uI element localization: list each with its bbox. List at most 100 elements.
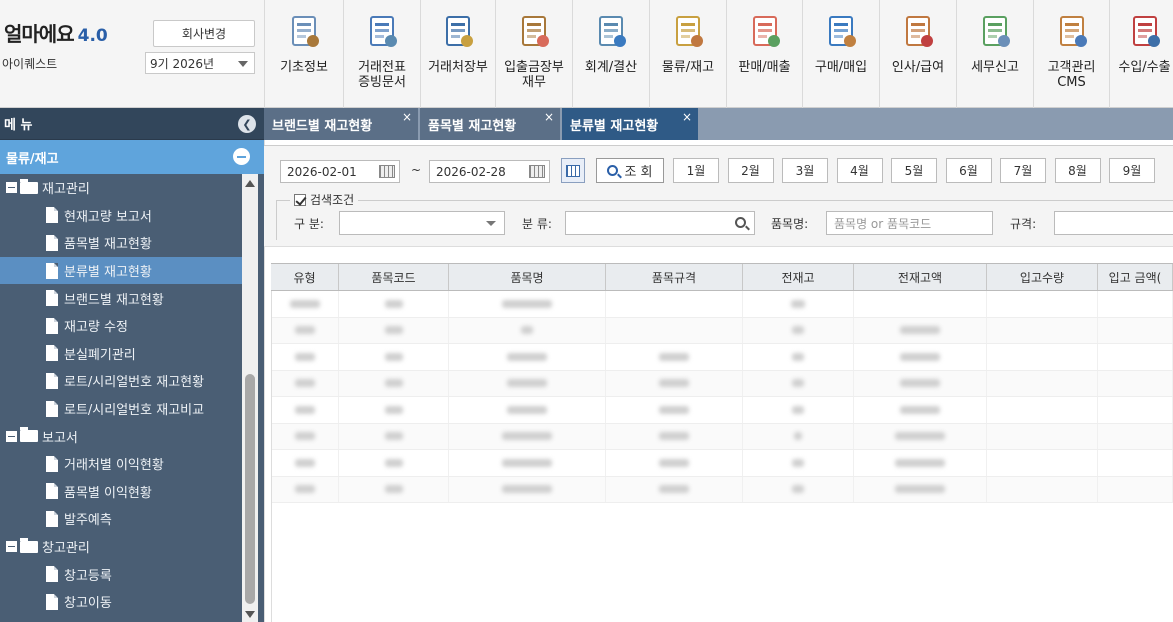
topnav-label: 거래전표 증빙문서 [358, 60, 406, 90]
voucher-icon [364, 14, 400, 50]
topnav-item[interactable]: 판매/매출 [726, 0, 802, 108]
menu-folder[interactable]: 보고서 [0, 422, 242, 450]
topnav-item[interactable]: 기초정보 [264, 0, 343, 108]
table-row[interactable] [271, 291, 1173, 318]
month-button[interactable]: 3월 [782, 158, 828, 183]
table-cell [606, 344, 743, 370]
table-row[interactable] [271, 370, 1173, 397]
menu-folder[interactable]: 창고관리 [0, 533, 242, 561]
column-header[interactable]: 전재고 [743, 264, 854, 290]
topnav-item[interactable]: 수입/수출 [1109, 0, 1173, 108]
collapse-icon[interactable] [6, 541, 17, 553]
table-cell [339, 317, 449, 343]
change-company-button[interactable]: 회사변경 [153, 20, 255, 47]
column-header[interactable]: 전재고액 [854, 264, 987, 290]
month-button[interactable]: 4월 [836, 158, 883, 183]
calendar-icon[interactable] [379, 165, 395, 178]
gyugyeok-input[interactable] [1054, 211, 1173, 235]
column-header[interactable]: 품목코드 [339, 264, 449, 290]
table-row[interactable] [271, 317, 1173, 344]
table-cell [606, 450, 743, 476]
calendar-icon[interactable] [529, 165, 545, 178]
month-button[interactable]: 5월 [891, 158, 937, 183]
menu-item[interactable]: 품목별 이익현황 [0, 478, 242, 506]
menu-item[interactable]: 품목별 재고현황 [0, 229, 242, 257]
month-button[interactable]: 2월 [727, 158, 774, 183]
menu-item[interactable]: 현재고량 보고서 [0, 202, 242, 230]
menu-category[interactable]: 물류/재고 [0, 140, 264, 174]
collapse-sidebar-icon[interactable]: ❮ [238, 115, 256, 133]
menu-item[interactable]: 브랜드별 재고현황 [0, 284, 242, 312]
table-row[interactable] [271, 397, 1173, 424]
close-icon[interactable]: × [544, 110, 554, 124]
menu-item[interactable]: 재고량 수정 [0, 312, 242, 340]
menu-item[interactable]: 창고등록 [0, 560, 242, 588]
document-icon [46, 372, 58, 389]
tab[interactable]: 분류별 재고현황 × [562, 108, 698, 140]
menu-item[interactable]: 거래처별 이익현황 [0, 450, 242, 478]
table-cell [271, 370, 339, 396]
search-icon[interactable] [735, 217, 746, 228]
close-icon[interactable]: × [402, 110, 412, 124]
search-button[interactable]: 조 회 [596, 158, 664, 183]
folder-icon [20, 178, 38, 194]
menu-item[interactable]: 로트/시리얼번호 재고현황 [0, 367, 242, 395]
menu-folder[interactable]: 재고관리 [0, 174, 242, 202]
table-row[interactable] [271, 476, 1173, 503]
scroll-thumb[interactable] [245, 374, 255, 604]
menu-item[interactable]: 로트/시리얼번호 재고비교 [0, 395, 242, 423]
menu-item[interactable]: 창고이동 [0, 588, 242, 616]
topnav-item[interactable]: 회계/결산 [572, 0, 649, 108]
date-from-input[interactable]: 2026-02-01 [280, 160, 400, 183]
search-conditions-legend[interactable]: 검색조건 [290, 191, 359, 208]
table-row[interactable] [271, 450, 1173, 477]
topnav-label: 인사/급여 [891, 60, 945, 75]
topnav-item[interactable]: 세무신고 [956, 0, 1033, 108]
menu-category-label: 물류/재고 [6, 151, 59, 167]
column-header[interactable]: 입고수량 [987, 264, 1098, 290]
topnav-item[interactable]: 물류/재고 [649, 0, 726, 108]
scroll-up-icon[interactable] [245, 180, 255, 187]
collapse-icon[interactable] [6, 430, 17, 442]
column-header[interactable]: 유형 [271, 264, 339, 290]
bunryu-input[interactable] [565, 211, 755, 235]
close-icon[interactable]: × [682, 110, 692, 124]
menu-item[interactable]: 분류별 재고현황 [0, 256, 242, 285]
collapse-category-icon[interactable] [233, 148, 250, 165]
topnav-item[interactable]: 입출금장부 재무 [495, 0, 572, 108]
column-header[interactable]: 품목규격 [606, 264, 743, 290]
month-button[interactable]: 8월 [1054, 158, 1101, 183]
month-button[interactable]: 6월 [945, 158, 992, 183]
column-header[interactable]: 품목명 [449, 264, 606, 290]
column-header[interactable]: 입고 금액( [1098, 264, 1173, 290]
collapse-icon[interactable] [6, 182, 17, 194]
fiscal-period-select[interactable]: 9기 2026년 [145, 52, 255, 74]
search-conditions-checkbox[interactable] [294, 193, 306, 206]
topnav-label: 회계/결산 [584, 60, 638, 75]
menu-item-label: 창고이동 [64, 596, 112, 612]
topnav-item[interactable]: 구매/매입 [802, 0, 879, 108]
tab[interactable]: 브랜드별 재고현황 × [264, 108, 418, 140]
menu-item[interactable]: 발주예측 [0, 505, 242, 533]
topnav-item[interactable]: 인사/급여 [879, 0, 956, 108]
table-row[interactable] [271, 423, 1173, 450]
scroll-down-icon[interactable] [245, 611, 255, 618]
document-icon [46, 290, 58, 307]
pummok-input[interactable]: 품목명 or 품목코드 [826, 211, 993, 235]
table-cell [339, 344, 449, 370]
month-button[interactable]: 9월 [1109, 158, 1155, 183]
calendar-button[interactable] [561, 158, 585, 183]
table-cell [606, 476, 743, 502]
date-to-input[interactable]: 2026-02-28 [429, 160, 550, 183]
table-row[interactable] [271, 344, 1173, 371]
month-button[interactable]: 1월 [673, 158, 719, 183]
sidebar-scrollbar[interactable] [242, 174, 258, 622]
tab[interactable]: 품목별 재고현황 × [420, 108, 560, 140]
menu-title: 메 뉴 [4, 118, 33, 133]
topnav-item[interactable]: 고객관리 CMS [1033, 0, 1109, 108]
topnav-item[interactable]: 거래처장부 [420, 0, 495, 108]
gubun-select[interactable] [339, 211, 505, 235]
topnav-item[interactable]: 거래전표 증빙문서 [343, 0, 420, 108]
menu-item[interactable]: 분실폐기관리 [0, 340, 242, 368]
month-button[interactable]: 7월 [1000, 158, 1046, 183]
